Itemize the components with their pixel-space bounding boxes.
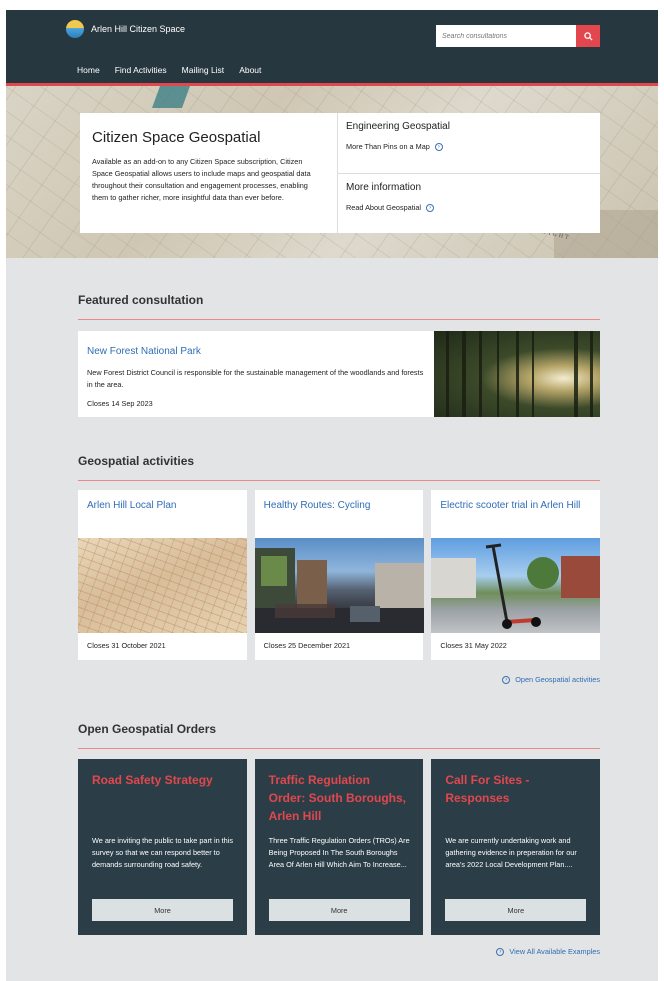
- site-header: Arlen Hill Citizen Space Home Find Activ…: [6, 10, 658, 86]
- hero-title: Citizen Space Geospatial: [92, 129, 261, 146]
- more-button[interactable]: More: [268, 899, 410, 921]
- tree-trunk: [516, 331, 519, 417]
- section-divider: [78, 319, 600, 320]
- arrow-circle-icon: ›: [426, 203, 435, 212]
- activity-closing-date: Closes 31 May 2022: [440, 641, 507, 650]
- hero-box-more-info: More information Read About Geospatial ›: [338, 173, 600, 233]
- orders-list: Road Safety Strategy We are inviting the…: [78, 759, 601, 935]
- hero-map-detail: [151, 86, 191, 108]
- activity-card[interactable]: Healthy Routes: Cycling Closes 25 Decemb…: [254, 490, 424, 660]
- site-frame: Arlen Hill Citizen Space Home Find Activ…: [6, 10, 658, 981]
- tree-trunk: [446, 331, 449, 417]
- order-card: Road Safety Strategy We are inviting the…: [78, 759, 247, 935]
- street-scene: [254, 548, 424, 633]
- logo-icon: [66, 20, 84, 38]
- activity-card[interactable]: Electric scooter trial in Arlen Hill Clo…: [431, 490, 601, 660]
- order-title[interactable]: Traffic Regulation Order: South Boroughs…: [269, 771, 410, 825]
- tree-trunk: [574, 331, 578, 417]
- search-button[interactable]: [576, 25, 600, 47]
- main-nav: Home Find Activities Mailing List About: [77, 65, 261, 75]
- tree-trunk: [497, 331, 499, 417]
- page: Arlen Hill Citizen Space Home Find Activ…: [0, 0, 664, 981]
- open-geospatial-activities-link[interactable]: › Open Geospatial activities: [502, 675, 600, 684]
- hero-links: Engineering Geospatial More Than Pins on…: [338, 113, 600, 233]
- historic-map-image: [78, 538, 247, 633]
- activity-title-link[interactable]: Arlen Hill Local Plan: [87, 499, 237, 513]
- nav-mailing-list[interactable]: Mailing List: [182, 65, 225, 75]
- nav-home[interactable]: Home: [77, 65, 100, 75]
- activities-heading: Geospatial activities: [78, 454, 195, 468]
- tree-trunk: [479, 331, 482, 417]
- search-bar: [436, 25, 600, 47]
- featured-heading: Featured consultation: [78, 293, 204, 307]
- hero-box-engineering: Engineering Geospatial More Than Pins on…: [338, 113, 600, 173]
- hero-box-title: Engineering Geospatial: [346, 121, 450, 132]
- hero-description: Available as an add-on to any Citizen Sp…: [92, 157, 311, 202]
- site-logo[interactable]: Arlen Hill Citizen Space: [66, 20, 185, 38]
- activity-card[interactable]: Arlen Hill Local Plan Closes 31 October …: [78, 490, 247, 660]
- featured-title-link[interactable]: New Forest National Park: [87, 346, 201, 357]
- featured-text: New Forest National Park New Forest Dist…: [78, 331, 434, 417]
- arrow-circle-icon: ›: [496, 947, 505, 956]
- street-image: [254, 538, 424, 633]
- search-input[interactable]: [436, 25, 576, 47]
- orders-heading: Open Geospatial Orders: [78, 722, 217, 736]
- activity-title-link[interactable]: Healthy Routes: Cycling: [264, 499, 414, 513]
- link-label: View All Available Examples: [509, 947, 600, 956]
- activities-list: Arlen Hill Local Plan Closes 31 October …: [78, 490, 601, 660]
- hero-intro: Citizen Space Geospatial Available as an…: [80, 113, 338, 233]
- scooter-scene: [431, 543, 601, 629]
- order-description: We are inviting the public to take part …: [92, 836, 234, 869]
- forest-image: [434, 331, 600, 417]
- order-description: We are currently undertaking work and ga…: [445, 836, 577, 869]
- order-card: Call For Sites - Responses We are curren…: [431, 759, 601, 935]
- scooter-image: [431, 538, 601, 633]
- link-label: Read About Geospatial: [346, 203, 422, 212]
- nav-find-activities[interactable]: Find Activities: [115, 65, 167, 75]
- activity-closing-date: Closes 31 October 2021: [87, 641, 166, 650]
- search-icon: [583, 31, 593, 41]
- hero-banner: Lowtonville THE ISLE OF WIGHT Citizen Sp…: [6, 86, 658, 258]
- tree-trunk: [590, 331, 593, 417]
- link-label: Open Geospatial activities: [515, 675, 600, 684]
- tree-trunk: [532, 331, 534, 417]
- tree-trunk: [462, 331, 466, 417]
- section-divider: [78, 748, 600, 749]
- more-button[interactable]: More: [445, 899, 587, 921]
- featured-description: New Forest District Council is responsib…: [87, 368, 424, 389]
- nav-about[interactable]: About: [239, 65, 261, 75]
- more-than-pins-link[interactable]: More Than Pins on a Map ›: [346, 142, 592, 151]
- arrow-circle-icon: ›: [434, 142, 443, 151]
- activity-closing-date: Closes 25 December 2021: [263, 641, 351, 650]
- order-card: Traffic Regulation Order: South Boroughs…: [254, 759, 424, 935]
- order-title[interactable]: Call For Sites - Responses: [445, 771, 586, 807]
- featured-consultation-card[interactable]: New Forest National Park New Forest Dist…: [78, 331, 600, 417]
- more-button[interactable]: More: [92, 899, 233, 921]
- site-name: Arlen Hill Citizen Space: [91, 24, 186, 34]
- section-divider: [78, 480, 600, 481]
- order-description: Three Traffic Regulation Orders (TROs) A…: [268, 836, 410, 869]
- read-about-geospatial-link[interactable]: Read About Geospatial ›: [346, 203, 592, 212]
- link-label: More Than Pins on a Map: [346, 142, 430, 151]
- arrow-circle-icon: ›: [502, 675, 511, 684]
- activity-title-link[interactable]: Electric scooter trial in Arlen Hill: [440, 499, 590, 513]
- featured-closing-date: Closes 14 Sep 2023: [87, 399, 153, 408]
- order-title[interactable]: Road Safety Strategy: [92, 771, 233, 789]
- hero-card: Citizen Space Geospatial Available as an…: [80, 113, 600, 233]
- view-all-examples-link[interactable]: › View All Available Examples: [496, 947, 600, 956]
- hero-box-title: More information: [346, 182, 422, 193]
